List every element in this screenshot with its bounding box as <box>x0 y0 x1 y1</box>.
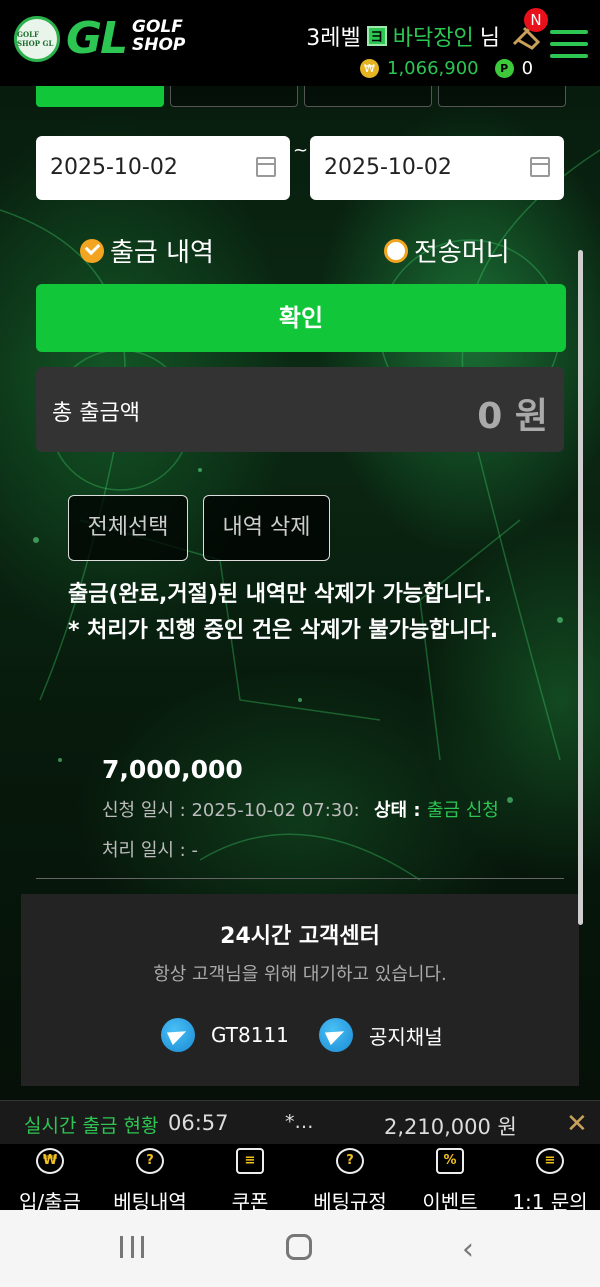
chat-icon: ≡ <box>536 1148 564 1174</box>
nav-betting-rules[interactable]: ? 베팅규정 <box>300 1148 400 1215</box>
history-amount: 7,000,000 <box>102 755 243 784</box>
user-honorific: 님 <box>479 26 500 51</box>
telegram-icon <box>161 1018 195 1052</box>
telegram-notice-channel-link[interactable]: 공지채널 <box>319 1018 443 1052</box>
money-balance: 1,066,900 <box>387 58 479 79</box>
withdraw-ticker: 실시간 출금 현황 06:57 *… 2,210,000 원 ✕ <box>0 1100 600 1144</box>
logo-mark[interactable]: GL <box>66 14 128 64</box>
status-value: 출금 신청 <box>426 800 499 821</box>
history-status: 상태 : 출금 신청 <box>374 796 499 822</box>
notification-badge[interactable]: N <box>524 8 548 32</box>
hamburger-menu-icon[interactable] <box>550 30 588 60</box>
system-nav-bar: ‹ <box>0 1210 600 1287</box>
user-level: 3레벨 <box>306 26 361 51</box>
date-separator: ~ <box>293 140 309 161</box>
radio-withdraw-label: 출금 내역 <box>110 238 214 268</box>
calendar-icon[interactable] <box>256 157 276 177</box>
date-to-input[interactable]: 2025-10-02 <box>310 136 564 200</box>
question-bubble-icon: ? <box>136 1148 164 1174</box>
nav-coupon[interactable]: ≡ 쿠폰 <box>200 1148 300 1215</box>
history-divider <box>36 878 564 879</box>
telegram-channel-label: 공지채널 <box>369 1024 443 1049</box>
confirm-button[interactable]: 확인 <box>36 284 566 352</box>
notice-line-2: * 처리가 진행 중인 건은 삭제가 불가능합니다. <box>68 618 499 643</box>
telegram-contact-link[interactable]: GT8111 <box>161 1018 289 1052</box>
logo-badge-text: GOLF SHOP GL <box>17 30 54 48</box>
total-value: 0 원 <box>477 396 548 437</box>
select-all-button[interactable]: 전체선택 <box>68 495 188 561</box>
nav-inquiry[interactable]: ≡ 1:1 문의 <box>500 1148 600 1215</box>
radio-unchecked-icon <box>384 238 408 263</box>
nav-betting-history[interactable]: ? 베팅내역 <box>100 1148 200 1215</box>
balance-bar: ₩ 1,066,900 P 0 <box>360 58 533 79</box>
notice-line-1: 출금(완료,거절)된 내역만 삭제가 가능합니다. <box>68 582 493 607</box>
customer-center: 24시간 고객센터 항상 고객님을 위해 대기하고 있습니다. GT8111 공… <box>21 894 579 1086</box>
nav-deposit-withdraw[interactable]: ₩ 입/출금 <box>0 1148 100 1215</box>
radio-transfer-label: 전송머니 <box>414 238 510 268</box>
cs-subtitle: 항상 고객님을 위해 대기하고 있습니다. <box>153 964 447 985</box>
coupon-icon: ≡ <box>236 1148 264 1174</box>
date-to-value: 2025-10-02 <box>324 155 452 180</box>
recent-apps-icon[interactable] <box>120 1236 144 1258</box>
telegram-icon <box>319 1018 353 1052</box>
total-label: 총 출금액 <box>52 401 140 426</box>
wallet-icon: ₩ <box>36 1148 64 1174</box>
coin-icon: ₩ <box>360 59 379 78</box>
point-balance: 0 <box>521 58 534 79</box>
point-icon: P <box>494 59 514 78</box>
back-icon[interactable]: ‹ <box>462 1232 474 1267</box>
logo-badge[interactable]: GOLF SHOP GL <box>14 16 60 62</box>
radio-transfer-money[interactable]: 전송머니 <box>384 232 510 269</box>
home-icon[interactable] <box>286 1234 312 1260</box>
user-nickname: 바닥장인 <box>392 26 474 51</box>
radio-checked-icon <box>80 238 104 263</box>
logo-word[interactable]: GOLF SHOP <box>132 18 185 54</box>
nav-event[interactable]: % 이벤트 <box>400 1148 500 1215</box>
ticker-time: 06:57 <box>168 1111 229 1135</box>
logo-word-golf: GOLF <box>132 17 183 37</box>
date-from-value: 2025-10-02 <box>50 155 178 180</box>
telegram-contact-label: GT8111 <box>211 1023 289 1047</box>
date-from-input[interactable]: 2025-10-02 <box>36 136 290 200</box>
logo-word-shop: SHOP <box>132 35 186 55</box>
question-bubble-icon: ? <box>336 1148 364 1174</box>
delete-notice: 출금(완료,거절)된 내역만 삭제가 가능합니다. * 처리가 진행 중인 건은… <box>68 577 538 649</box>
history-request-time: 신청 일시 : 2025-10-02 07:30: <box>102 800 360 821</box>
cs-title: 24시간 고객센터 <box>220 924 380 949</box>
bottom-nav: ₩ 입/출금 ? 베팅내역 ≡ 쿠폰 ? 베팅규정 % 이벤트 ≡ 1:1 문의 <box>0 1144 600 1214</box>
app-header: GOLF SHOP GL GL GOLF SHOP 3레벨 ヨ 바닥장인 님 N… <box>0 0 600 86</box>
history-processed-time: 처리 일시 : - <box>102 840 198 861</box>
total-withdraw-box: 총 출금액 0 원 <box>36 367 564 452</box>
user-info: 3레벨 ヨ 바닥장인 님 <box>306 20 500 52</box>
level-badge-icon: ヨ <box>366 26 387 46</box>
scrollbar[interactable] <box>578 250 583 925</box>
radio-withdraw-history[interactable]: 출금 내역 <box>80 232 214 269</box>
close-icon[interactable]: ✕ <box>566 1109 588 1139</box>
calendar-icon[interactable] <box>530 157 550 177</box>
delete-history-button[interactable]: 내역 삭제 <box>203 495 330 561</box>
ticket-icon: % <box>436 1148 464 1174</box>
status-label: 상태 : <box>374 800 427 821</box>
ticker-amount: 2,210,000 원 <box>384 1115 517 1139</box>
ticker-user: *… <box>285 1111 314 1133</box>
ticker-title: 실시간 출금 현황 <box>24 1115 159 1137</box>
